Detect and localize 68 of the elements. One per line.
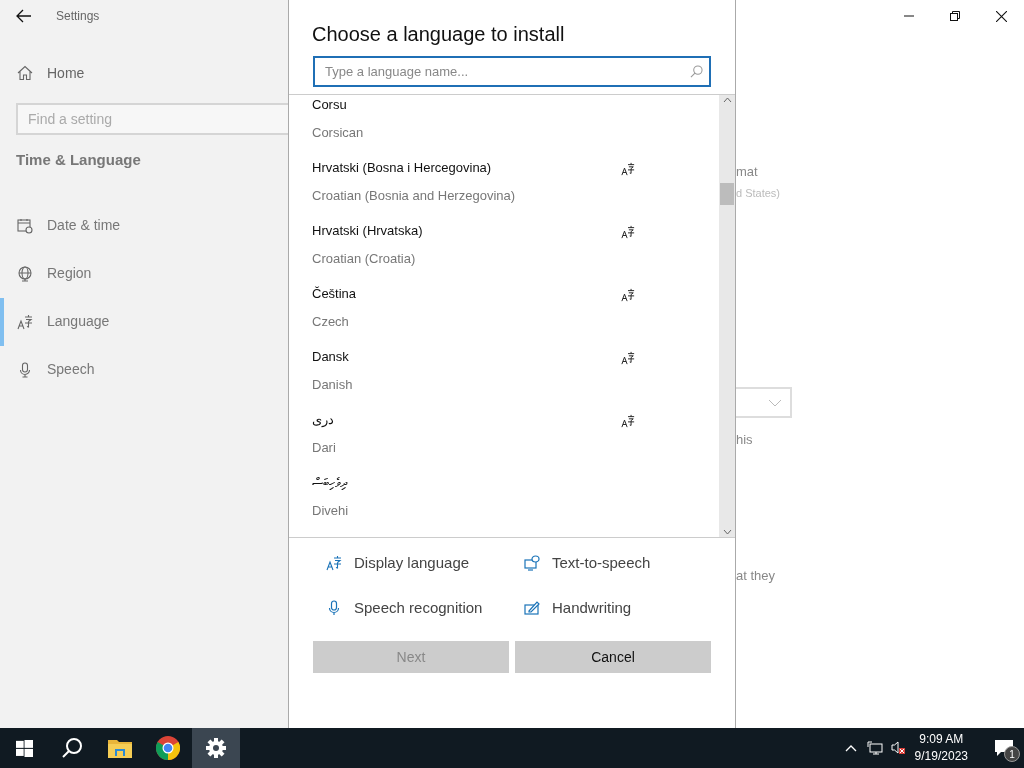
language-native-name: ދިވެހިބަސް xyxy=(312,474,349,492)
language-english-name: Danish xyxy=(312,376,354,394)
scroll-up-icon[interactable] xyxy=(722,97,732,103)
dialog-button[interactable]: Cancel xyxy=(515,641,711,673)
language-english-name: Croatian (Croatia) xyxy=(312,250,417,268)
language-icon xyxy=(326,555,342,572)
sidebar-item[interactable]: Date & time xyxy=(0,201,288,250)
monitor-speech-icon xyxy=(524,555,540,572)
language-list-item[interactable]: Čeština Czech xyxy=(312,284,719,347)
dialog-title: Choose a language to install xyxy=(312,22,566,46)
language-native-name: Čeština xyxy=(312,285,358,303)
pen-pad-icon xyxy=(524,599,540,616)
language-native-name: Corsu xyxy=(312,96,348,114)
language-icon xyxy=(17,313,33,330)
language-native-name: Hrvatski (Hrvatska) xyxy=(312,222,424,240)
scroll-thumb[interactable] xyxy=(720,183,734,205)
calendar-clock-icon xyxy=(17,217,33,234)
window-title: Settings xyxy=(56,8,100,25)
chevron-down-icon xyxy=(768,398,782,407)
language-english-name: Corsican xyxy=(312,124,365,142)
partial-text: at they xyxy=(736,566,777,585)
browser-logo-icon[interactable] xyxy=(156,736,180,760)
language-native-name: Hrvatski (Bosna i Hercegovina) xyxy=(312,159,493,177)
scroll-down-icon[interactable] xyxy=(722,529,732,535)
taskbar-app-button[interactable] xyxy=(192,728,240,768)
partial-text: mat xyxy=(736,163,759,181)
language-native-name: دری xyxy=(312,411,335,429)
language-list-item[interactable]: Corsu Corsican xyxy=(312,95,719,158)
feature-legend-item: Speech recognition xyxy=(326,596,524,619)
clock-time[interactable]: 9:09 AM xyxy=(919,731,964,748)
language-english-name: Dari xyxy=(312,439,337,457)
globe-icon xyxy=(17,265,33,282)
search-field[interactable]: Find a setting xyxy=(16,103,288,135)
partial-text: d States) xyxy=(736,185,782,201)
feature-legend-item: Handwriting xyxy=(524,596,735,619)
language-english-name: Czech xyxy=(312,313,350,331)
gear-icon[interactable] xyxy=(206,738,226,758)
search-icon[interactable] xyxy=(61,737,83,759)
language-list-item[interactable]: Hrvatski (Hrvatska) Croatian (Croatia) xyxy=(312,221,719,284)
language-native-name: Dansk xyxy=(312,348,350,366)
chevron-up-icon[interactable] xyxy=(844,744,857,752)
sidebar-item[interactable]: Region xyxy=(0,249,288,298)
microphone-icon xyxy=(326,599,342,616)
microphone-icon xyxy=(17,361,33,378)
language-list-item[interactable]: Hrvatski (Bosna i Hercegovina) Croatian (Bosnia and Herzegovina) xyxy=(312,158,719,221)
notification-button[interactable]: 1 xyxy=(984,728,1024,768)
house-icon xyxy=(17,65,33,81)
back-arrow-icon[interactable] xyxy=(16,9,32,23)
folder-icon[interactable] xyxy=(108,738,132,758)
dropdown-field[interactable] xyxy=(736,387,792,418)
language-english-name: Croatian (Bosnia and Herzegovina) xyxy=(312,187,517,205)
language-list-item[interactable]: Dansk Danish xyxy=(312,347,719,410)
home-nav-item[interactable]: Home xyxy=(0,57,288,89)
windows-logo-icon[interactable] xyxy=(15,739,33,757)
language-english-name: Divehi xyxy=(312,502,350,520)
restore-icon xyxy=(950,11,960,21)
notification-count-badge: 1 xyxy=(1004,746,1020,762)
close-icon xyxy=(995,10,1007,22)
network-icon[interactable] xyxy=(866,741,883,755)
partial-text: his xyxy=(736,431,754,449)
clock-date[interactable]: 9/19/2023 xyxy=(914,748,968,765)
muted-speaker-icon[interactable] xyxy=(890,741,905,755)
sidebar-item[interactable]: Speech xyxy=(0,345,288,394)
language-search-field[interactable]: Type a language name... xyxy=(313,56,711,87)
feature-legend-item: Text-to-speech xyxy=(524,552,735,575)
feature-legend-item: Display language xyxy=(326,552,524,575)
section-heading: Time & Language xyxy=(16,150,142,170)
scrollbar[interactable] xyxy=(719,95,735,537)
